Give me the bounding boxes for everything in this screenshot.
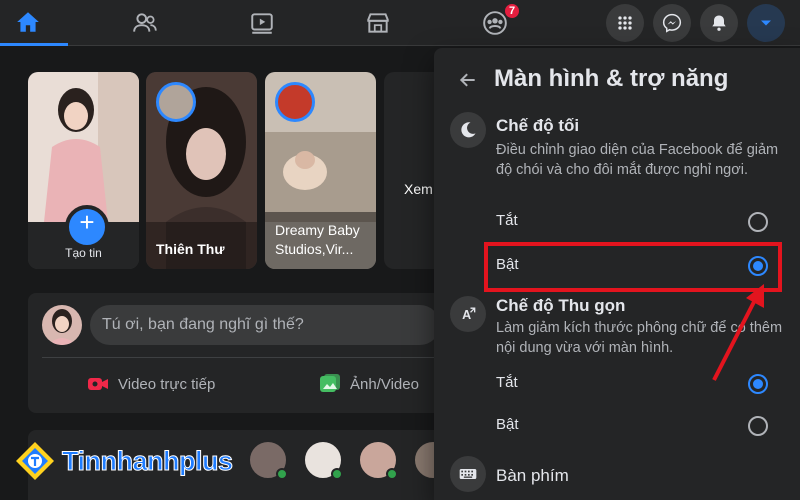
grid-menu-icon	[618, 16, 632, 30]
panel-title: Màn hình & trợ năng	[494, 65, 729, 92]
create-story-card[interactable]: + Tạo tin	[28, 72, 139, 269]
photo-icon	[320, 374, 340, 392]
watermark-logo-icon	[16, 442, 54, 480]
radio-button[interactable]	[748, 416, 768, 436]
story-card[interactable]: Dreamy Baby Studios,Vir...	[265, 72, 376, 269]
messenger-button[interactable]	[653, 4, 691, 42]
photo-video-label: Ảnh/Video	[350, 375, 419, 393]
top-navigation-bar: 7	[0, 0, 800, 46]
story-avatar	[275, 82, 315, 122]
live-video-label: Video trực tiếp	[118, 375, 216, 393]
home-icon	[17, 11, 39, 32]
watermark-text: Tinnhanhplus	[62, 445, 234, 476]
contact-avatar[interactable]	[303, 440, 343, 480]
user-avatar	[42, 305, 82, 345]
whats-on-your-mind-input[interactable]: Tú ơi, bạn đang nghĩ gì thế?	[90, 305, 440, 345]
tab-groups[interactable]: 7	[455, 0, 535, 46]
contact-avatar[interactable]	[358, 440, 398, 480]
option-label: Bật	[496, 416, 519, 433]
online-indicator	[386, 468, 398, 480]
marketplace-icon	[367, 13, 389, 33]
compact-mode-section-icon: A	[450, 296, 486, 332]
red-arrow-annotation	[712, 284, 764, 381]
keyboard-section-icon	[450, 456, 486, 492]
watermark: Tinnhanhplus	[14, 440, 233, 482]
live-video-icon	[88, 378, 108, 390]
back-button[interactable]	[450, 62, 486, 98]
notification-badge: 7	[503, 2, 521, 20]
contact-avatar[interactable]	[248, 440, 288, 480]
story-avatar	[156, 82, 196, 122]
menu-button[interactable]	[606, 4, 644, 42]
post-composer: Tú ơi, bạn đang nghĩ gì thế? Video trực …	[28, 293, 448, 413]
friends-icon	[133, 13, 157, 32]
radio-button[interactable]	[748, 212, 768, 232]
caret-down-icon	[761, 20, 771, 26]
messenger-icon	[662, 13, 682, 33]
account-dropdown-button[interactable]	[747, 4, 785, 42]
online-indicator	[331, 468, 343, 480]
dark-mode-section-icon	[450, 112, 486, 148]
keyboard-settings-item[interactable]: Bàn phím	[496, 466, 569, 486]
tab-friends[interactable]	[105, 0, 185, 46]
tab-marketplace[interactable]	[338, 0, 418, 46]
online-indicator	[276, 468, 288, 480]
add-story-icon[interactable]: +	[65, 205, 109, 249]
svg-text:A: A	[462, 308, 471, 322]
compact-mode-on-option[interactable]: Bật	[484, 406, 784, 446]
photo-video-button[interactable]: Ảnh/Video	[318, 367, 419, 401]
dark-mode-description: Điều chỉnh giao diện của Facebook để giả…	[496, 142, 779, 178]
option-label: Tắt	[496, 212, 518, 229]
arrow-left-icon	[459, 73, 475, 87]
dark-mode-off-option[interactable]: Tắt	[484, 202, 784, 242]
compact-mode-title: Chế độ Thu gọn	[496, 296, 626, 315]
see-all-label: Xem	[404, 181, 433, 197]
bell-icon	[712, 15, 726, 31]
compact-text-icon: A	[462, 307, 476, 322]
create-story-label: Tạo tin	[65, 246, 102, 260]
option-label: Tắt	[496, 374, 518, 391]
dark-mode-title: Chế độ tối	[496, 116, 580, 135]
story-author-name: Thiên Thư	[156, 241, 225, 257]
story-author-name: Dreamy Baby Studios,Vir...	[275, 222, 360, 257]
moon-icon	[461, 122, 476, 138]
live-video-button[interactable]: Video trực tiếp	[86, 367, 215, 401]
watch-icon	[251, 13, 273, 34]
divider	[42, 357, 434, 358]
tab-watch[interactable]	[222, 0, 302, 46]
notifications-button[interactable]	[700, 4, 738, 42]
tab-home[interactable]	[0, 0, 68, 46]
story-card[interactable]: Thiên Thư	[146, 72, 257, 269]
keyboard-icon	[459, 469, 477, 479]
